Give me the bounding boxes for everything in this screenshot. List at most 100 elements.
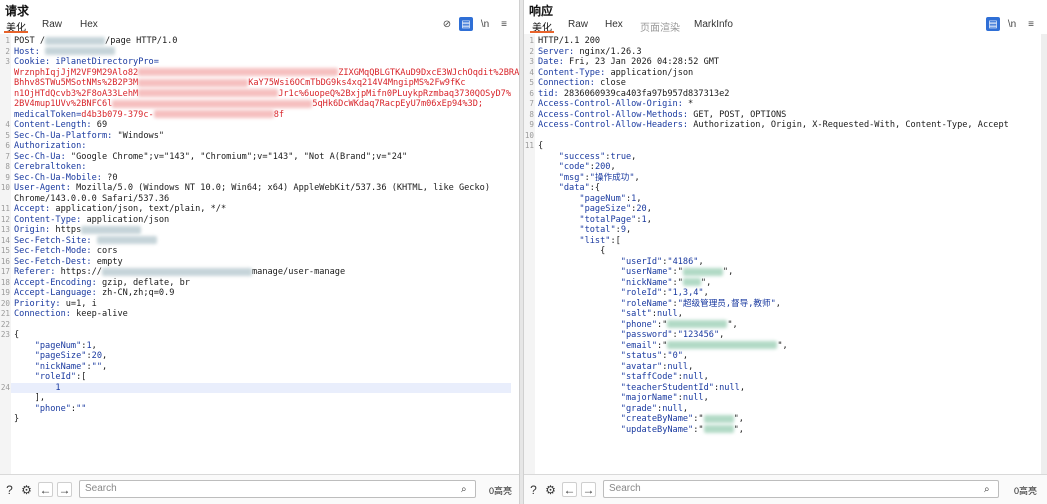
code-line: Sec-Fetch-Site: xyxy=(14,236,157,246)
tab-request-hex[interactable]: Hex xyxy=(80,19,98,30)
code-text: { xyxy=(538,246,606,256)
line-number: 18 xyxy=(0,277,10,287)
json-key: "avatar" xyxy=(620,361,663,372)
code-line: Accept: application/json, text/plain, */… xyxy=(14,204,226,214)
line-number: 5 xyxy=(529,78,534,87)
newline-icon[interactable]: \n xyxy=(1005,17,1019,31)
line-number: 12 xyxy=(0,214,10,224)
eye-off-icon[interactable]: ⊘ xyxy=(440,17,454,31)
json-value: 20 xyxy=(636,204,647,214)
redacted-value xyxy=(667,341,778,349)
arrow-left-icon[interactable]: ← xyxy=(38,482,53,497)
code-text: "Google Chrome";v="143", "Chromium";v="1… xyxy=(70,151,408,162)
code-line: "userId":"4186", xyxy=(538,257,704,267)
code-text: :[ xyxy=(76,372,87,382)
tab-request-raw[interactable]: Raw xyxy=(42,19,62,30)
redacted-value xyxy=(667,320,728,328)
code-text: https xyxy=(55,225,82,235)
wrap-lines-icon[interactable]: ▤ xyxy=(459,17,473,31)
help-icon[interactable]: ? xyxy=(526,482,541,497)
redacted-value xyxy=(96,236,157,244)
redacted-value xyxy=(45,36,106,45)
code-text: u=1, i xyxy=(65,298,97,309)
code-line: Bhhv8STWu5MSotNMs%2B2P3M KaY75Wsi6OCmTbDG… xyxy=(14,78,466,88)
help-icon[interactable]: ? xyxy=(2,482,17,497)
line-number: 20 xyxy=(0,298,10,308)
header-name: tid: xyxy=(538,88,564,99)
tab-response-raw[interactable]: Raw xyxy=(568,19,588,30)
response-search-bar: ? ⚙ ← → Search ⌕ 0高亮 xyxy=(524,474,1047,504)
menu-icon[interactable]: ≡ xyxy=(1024,17,1038,31)
request-pane: 请求 美化 Raw Hex ⊘ ▤ \n ≡ 1 POST //page HTTP… xyxy=(0,0,519,504)
code-text: 8f xyxy=(273,109,285,120)
search-icon[interactable]: ⌕ xyxy=(461,484,467,495)
request-editor[interactable]: 1 POST / /page HTTP/1.0 2 Host: 3 Cookie: iPl… xyxy=(0,34,519,474)
newline-icon[interactable]: \n xyxy=(478,17,492,31)
header-name: Access-Control-Allow-Origin: xyxy=(538,99,689,109)
line-number: 5 xyxy=(5,130,10,140)
response-highlight-count: 0高亮 xyxy=(1014,486,1038,496)
header-name: Connection: xyxy=(538,78,601,88)
tab-response-render[interactable]: 页面渲染 xyxy=(640,19,680,34)
code-line: Access-Control-Allow-Headers: Authorizat… xyxy=(538,120,1009,130)
code-line: Sec-Ch-Ua: "Google Chrome";v="143", "Chr… xyxy=(14,152,407,162)
tab-response-markinfo[interactable]: MarkInfo xyxy=(694,19,733,30)
code-line: "updateByName":" ", xyxy=(538,425,744,435)
wrap-lines-icon[interactable]: ▤ xyxy=(986,17,1000,31)
code-text: ", xyxy=(700,277,712,288)
line-number: 17 xyxy=(0,267,10,276)
code-line: "avatar":null, xyxy=(538,362,693,372)
header-name: Content-Type: xyxy=(538,67,611,78)
json-key: "createByName" xyxy=(620,414,694,424)
json-value: null xyxy=(682,372,704,382)
code-text: Mozilla/5.0 (Windows NT 10.0; Win64; x64… xyxy=(76,183,491,193)
gear-icon[interactable]: ⚙ xyxy=(19,482,34,497)
request-highlight-count: 0高亮 xyxy=(489,486,513,496)
code-text: , xyxy=(698,256,704,267)
json-value: true xyxy=(610,151,632,162)
request-toolbar: ⊘ ▤ \n ≡ xyxy=(440,17,518,31)
code-text: ", xyxy=(727,319,738,330)
code-text: , xyxy=(688,361,694,372)
code-line: "pageSize":20, xyxy=(14,351,107,361)
search-icon[interactable]: ⌕ xyxy=(984,484,990,495)
redacted-value xyxy=(703,425,734,433)
code-line: "nickName":" ", xyxy=(538,278,711,288)
code-line: POST / /page HTTP/1.0 xyxy=(14,36,177,46)
code-line: "roleId":"1,3,4", xyxy=(538,288,709,298)
code-line: WrznphIqjJjM2VF9M29Alo82 ZIXGMqQBLGTKAuD9… xyxy=(14,68,519,78)
redacted-value xyxy=(81,225,142,234)
line-number: 9 xyxy=(529,120,534,129)
active-tab-indicator xyxy=(4,31,28,33)
header-name: Sec-Fetch-Dest: xyxy=(14,256,97,267)
response-editor[interactable]: 1 HTTP/1.1 200 2 Server: nginx/1.26.3 3 Date:… xyxy=(524,34,1047,474)
response-search-input[interactable]: Search xyxy=(603,480,999,498)
json-key: "password" xyxy=(620,330,673,340)
code-line: Priority: u=1, i xyxy=(14,299,97,309)
gear-icon[interactable]: ⚙ xyxy=(543,482,558,497)
code-text: iPlanetDirectoryPro= xyxy=(55,57,159,67)
code-text: :{ xyxy=(589,183,601,193)
line-number: 3 xyxy=(529,57,534,66)
request-search-input[interactable]: Search xyxy=(79,480,476,498)
arrow-right-icon[interactable]: → xyxy=(581,482,596,497)
arrow-right-icon[interactable]: → xyxy=(57,482,72,497)
redacted-value xyxy=(101,267,252,276)
code-text: ", xyxy=(777,340,788,351)
arrow-left-icon[interactable]: ← xyxy=(562,482,577,497)
json-key: "roleId" xyxy=(620,288,663,298)
json-key: "updateByName" xyxy=(620,424,694,435)
response-scrollbar[interactable] xyxy=(1041,34,1047,474)
code-text: medicalToken= xyxy=(14,109,82,120)
tab-response-hex[interactable]: Hex xyxy=(605,19,623,30)
menu-icon[interactable]: ≡ xyxy=(497,17,511,31)
code-text: :" xyxy=(657,319,668,330)
